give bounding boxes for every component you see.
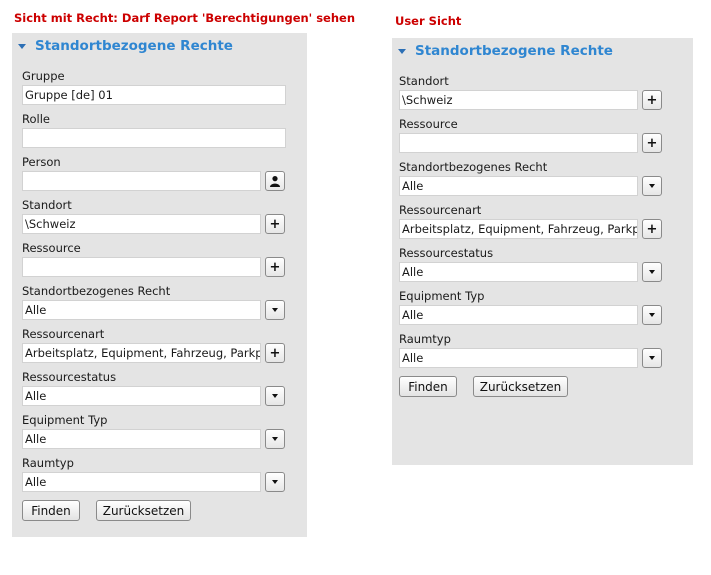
ressourcenart-input[interactable]: Arbeitsplatz, Equipment, Fahrzeug, Parkp… xyxy=(399,219,638,239)
plus-icon: + xyxy=(646,221,658,237)
left-panel: Standortbezogene Rechte Gruppe Gruppe [d… xyxy=(12,33,307,537)
ressource-label: Ressource xyxy=(399,117,458,131)
collapse-triangle-icon xyxy=(18,44,26,49)
chevron-down-icon xyxy=(272,437,278,441)
person-picker-button[interactable] xyxy=(265,171,285,191)
plus-icon: + xyxy=(646,135,658,151)
right-panel-header[interactable]: Standortbezogene Rechte xyxy=(398,38,613,64)
equipment-typ-dropdown-button[interactable] xyxy=(265,429,285,449)
recht-select[interactable]: Alle xyxy=(22,300,261,320)
plus-icon: + xyxy=(269,216,281,232)
ressourcestatus-label: Ressourcestatus xyxy=(399,246,494,260)
raumtyp-label: Raumtyp xyxy=(399,332,451,346)
ressource-input[interactable] xyxy=(22,257,261,277)
right-caption: User Sicht xyxy=(395,14,462,28)
find-button[interactable]: Finden xyxy=(22,500,80,521)
equipment-typ-label: Equipment Typ xyxy=(399,289,485,303)
rolle-label: Rolle xyxy=(22,112,50,126)
equipment-typ-select[interactable]: Alle xyxy=(399,305,638,325)
chevron-down-icon xyxy=(649,313,655,317)
plus-icon: + xyxy=(269,259,281,275)
raumtyp-label: Raumtyp xyxy=(22,456,74,470)
person-input[interactable] xyxy=(22,171,261,191)
standort-add-button[interactable]: + xyxy=(265,214,285,234)
recht-dropdown-button[interactable] xyxy=(265,300,285,320)
equipment-typ-dropdown-button[interactable] xyxy=(642,305,662,325)
standort-input[interactable]: \Schweiz xyxy=(399,90,638,110)
ressourcestatus-dropdown-button[interactable] xyxy=(265,386,285,406)
ressourcestatus-select[interactable]: Alle xyxy=(399,262,638,282)
ressourcenart-add-button[interactable]: + xyxy=(642,219,662,239)
ressourcenart-add-button[interactable]: + xyxy=(265,343,285,363)
ressourcestatus-select[interactable]: Alle xyxy=(22,386,261,406)
left-caption: Sicht mit Recht: Darf Report 'Berechtigu… xyxy=(14,11,356,25)
plus-icon: + xyxy=(646,92,658,108)
left-panel-title: Standortbezogene Rechte xyxy=(35,38,233,54)
recht-select[interactable]: Alle xyxy=(399,176,638,196)
chevron-down-icon xyxy=(649,356,655,360)
find-button[interactable]: Finden xyxy=(399,376,457,397)
standort-label: Standort xyxy=(22,198,72,212)
raumtyp-dropdown-button[interactable] xyxy=(265,472,285,492)
standort-label: Standort xyxy=(399,74,449,88)
ressource-label: Ressource xyxy=(22,241,81,255)
right-panel: Standortbezogene Rechte Standort \Schwei… xyxy=(392,38,693,465)
person-label: Person xyxy=(22,155,61,169)
raumtyp-select[interactable]: Alle xyxy=(399,348,638,368)
standort-add-button[interactable]: + xyxy=(642,90,662,110)
gruppe-label: Gruppe xyxy=(22,69,65,83)
ressourcenart-input[interactable]: Arbeitsplatz, Equipment, Fahrzeug, Parkp… xyxy=(22,343,261,363)
right-panel-title: Standortbezogene Rechte xyxy=(415,43,613,59)
recht-dropdown-button[interactable] xyxy=(642,176,662,196)
left-panel-header[interactable]: Standortbezogene Rechte xyxy=(18,33,233,59)
ressourcestatus-dropdown-button[interactable] xyxy=(642,262,662,282)
ressourcenart-label: Ressourcenart xyxy=(22,327,105,341)
equipment-typ-label: Equipment Typ xyxy=(22,413,108,427)
reset-button[interactable]: Zurücksetzen xyxy=(96,500,191,521)
reset-button[interactable]: Zurücksetzen xyxy=(473,376,568,397)
ressourcestatus-label: Ressourcestatus xyxy=(22,370,117,384)
ressource-add-button[interactable]: + xyxy=(265,257,285,277)
recht-label: Standortbezogenes Recht xyxy=(22,284,171,298)
person-icon xyxy=(270,176,280,187)
recht-label: Standortbezogenes Recht xyxy=(399,160,548,174)
chevron-down-icon xyxy=(272,394,278,398)
standort-input[interactable]: \Schweiz xyxy=(22,214,261,234)
chevron-down-icon xyxy=(649,270,655,274)
rolle-input[interactable] xyxy=(22,128,286,148)
chevron-down-icon xyxy=(272,480,278,484)
plus-icon: + xyxy=(269,345,281,361)
raumtyp-dropdown-button[interactable] xyxy=(642,348,662,368)
raumtyp-select[interactable]: Alle xyxy=(22,472,261,492)
ressource-input[interactable] xyxy=(399,133,638,153)
chevron-down-icon xyxy=(272,308,278,312)
gruppe-input[interactable]: Gruppe [de] 01 xyxy=(22,85,286,105)
chevron-down-icon xyxy=(649,184,655,188)
collapse-triangle-icon xyxy=(398,49,406,54)
ressource-add-button[interactable]: + xyxy=(642,133,662,153)
equipment-typ-select[interactable]: Alle xyxy=(22,429,261,449)
ressourcenart-label: Ressourcenart xyxy=(399,203,482,217)
